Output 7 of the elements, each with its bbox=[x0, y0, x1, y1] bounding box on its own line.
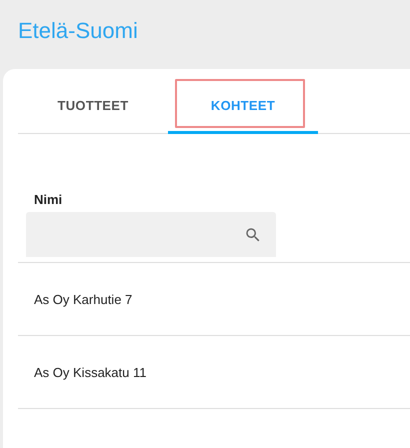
table-cell: As Oy Karhutie 7 bbox=[34, 292, 132, 306]
table-cell: As Oy Kissakatu 11 bbox=[34, 364, 146, 380]
search-field[interactable] bbox=[26, 212, 276, 257]
tab[interactable]: TUOTTEET bbox=[18, 79, 168, 134]
page-title: Etelä-Suomi bbox=[18, 17, 139, 45]
column-label: Nimi bbox=[34, 192, 64, 209]
search-icon[interactable] bbox=[244, 226, 262, 244]
